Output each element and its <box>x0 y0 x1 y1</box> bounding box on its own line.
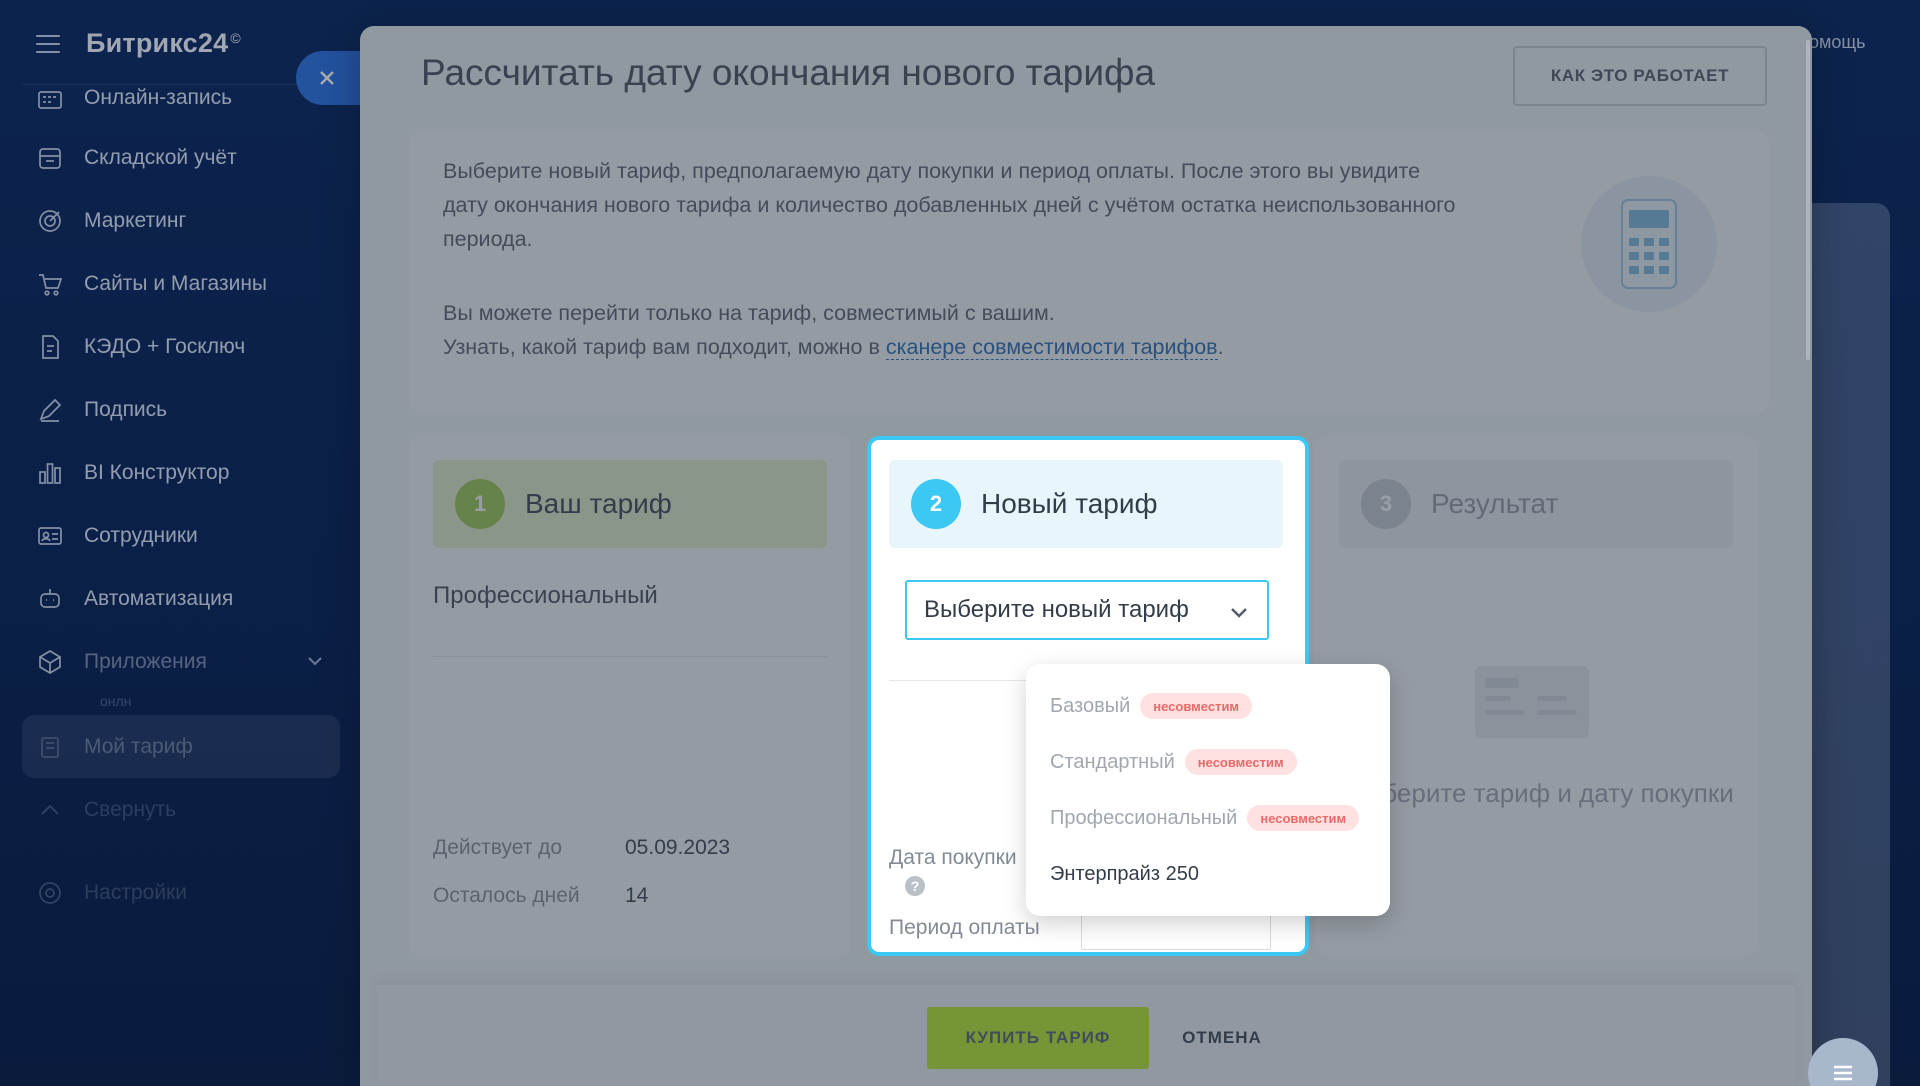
tariff-options-dropdown: Базовый несовместим Стандартный несовмес… <box>1026 664 1390 916</box>
option-basic[interactable]: Базовый несовместим <box>1050 686 1253 726</box>
list-icon <box>1834 1065 1852 1081</box>
new-tariff-select[interactable]: Выберите новый тариф <box>905 580 1269 640</box>
incompatible-badge: несовместим <box>1184 749 1297 775</box>
option-label: Стандартный <box>1050 750 1175 773</box>
option-enterprise-250[interactable]: Энтерпрайз 250 <box>1050 854 1199 894</box>
option-professional[interactable]: Профессиональный несовместим <box>1050 798 1360 838</box>
payment-period-label: Период оплаты <box>889 916 1040 939</box>
modal-scrollbar[interactable] <box>1806 40 1810 360</box>
option-label: Энтерпрайз 250 <box>1050 862 1199 885</box>
option-label: Профессиональный <box>1050 806 1238 829</box>
step-number: 2 <box>911 479 961 529</box>
incompatible-badge: несовместим <box>1247 805 1360 831</box>
select-placeholder: Выберите новый тариф <box>924 596 1189 623</box>
help-icon[interactable]: ? <box>905 876 925 896</box>
card-title: Новый тариф <box>981 488 1158 519</box>
option-standard[interactable]: Стандартный несовместим <box>1050 742 1297 782</box>
chevron-down-icon <box>1227 600 1251 631</box>
card-header: 2 Новый тариф <box>889 460 1283 548</box>
incompatible-badge: несовместим <box>1140 693 1253 719</box>
purchase-date-label: Дата покупки <box>889 846 1017 869</box>
option-label: Базовый <box>1050 694 1131 717</box>
